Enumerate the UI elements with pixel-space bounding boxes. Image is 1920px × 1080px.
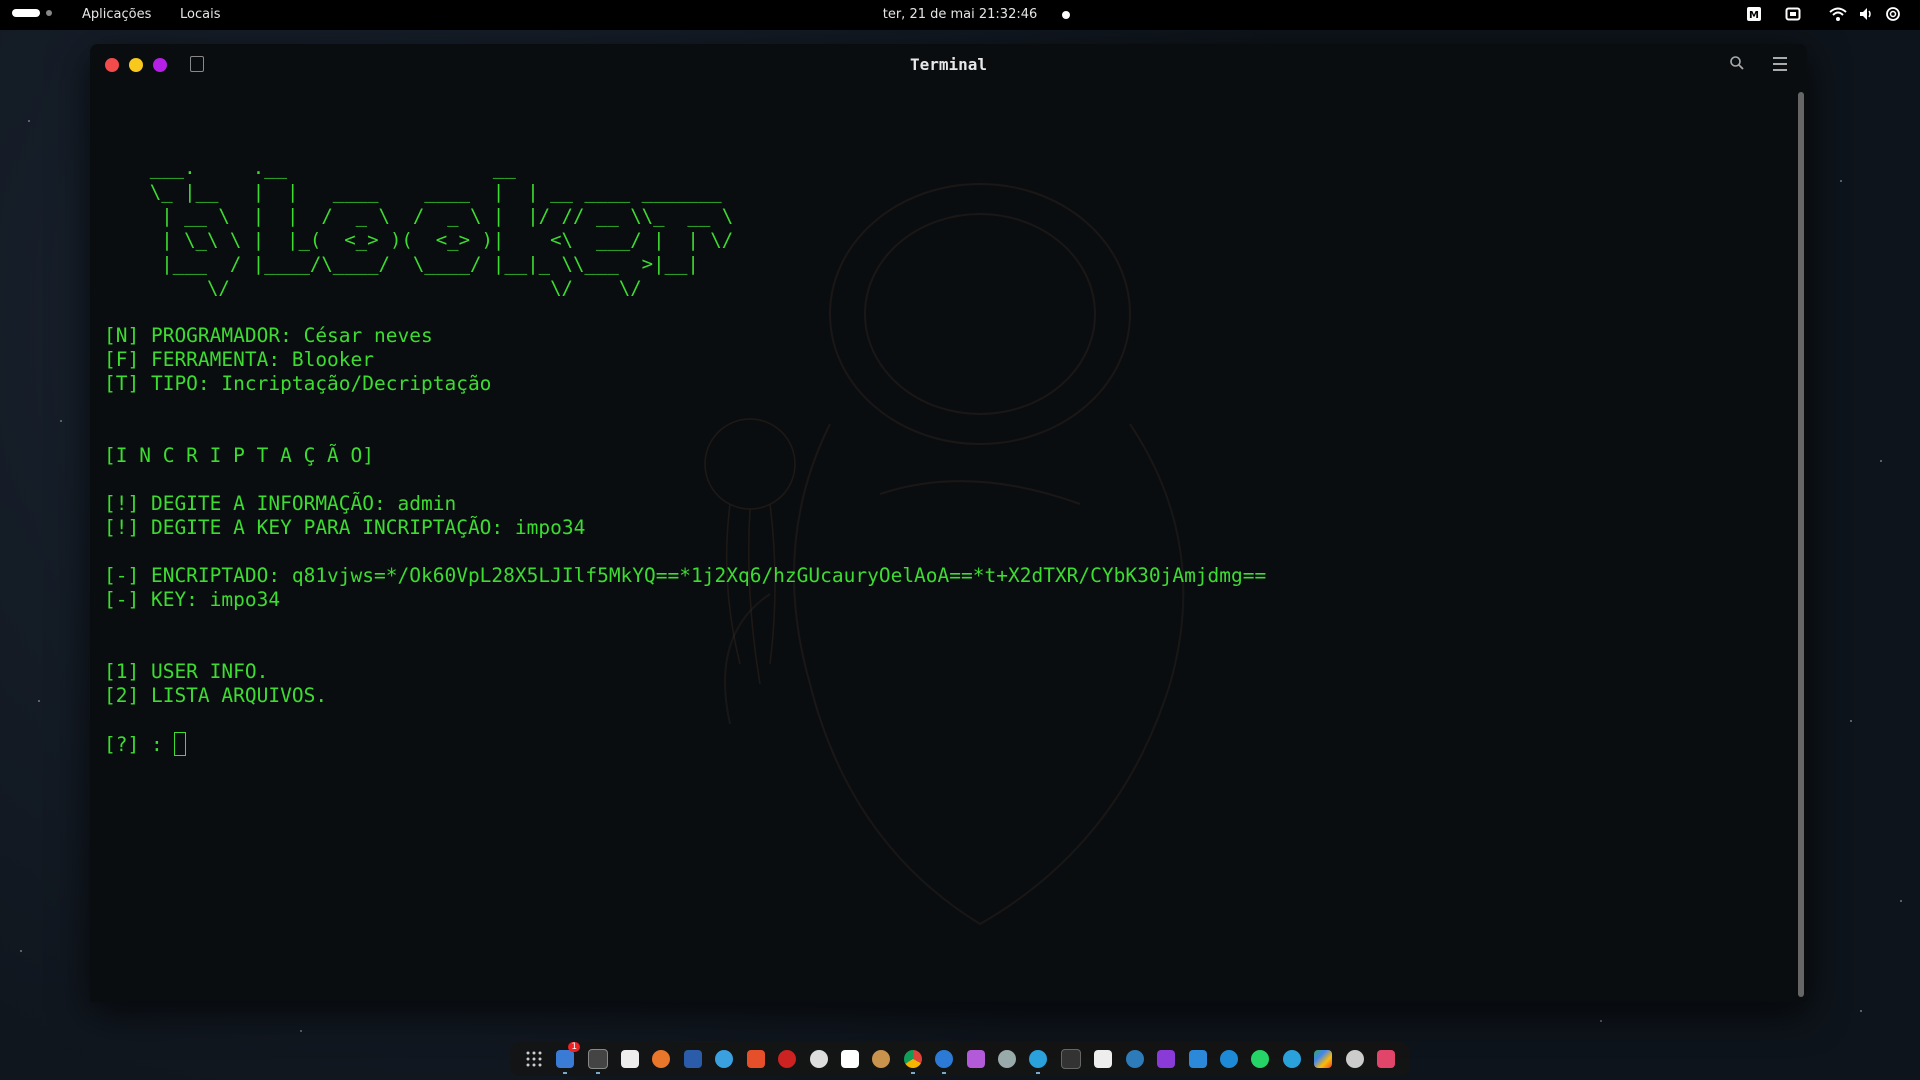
hamburger-menu-icon[interactable] bbox=[1773, 57, 1787, 71]
workspace-indicator bbox=[46, 10, 52, 16]
ascii-art-line: ___. .__ __ bbox=[104, 157, 516, 179]
screenshot-icon[interactable] bbox=[1784, 6, 1802, 24]
ascii-art-line: | \_\ \ | |_( <_> )( <_> )| <\ ___/ | | … bbox=[104, 229, 734, 251]
result-encrypted: [-] ENCRIPTADO: q81vjws=*/Ok60VpL28X5LJI… bbox=[104, 564, 1267, 587]
text-editor-icon[interactable] bbox=[620, 1050, 639, 1068]
ascii-art-line: |___ / |____/\____/ \____/ |__|_ \\___ >… bbox=[104, 253, 699, 275]
search-icon[interactable] bbox=[1729, 55, 1747, 73]
section-header: [I N C R I P T A Ç Ã O] bbox=[104, 444, 375, 467]
prompt-info: [!] DEGITE A INFORMAÇÃO: admin bbox=[104, 492, 457, 515]
telegram-alt-icon[interactable] bbox=[1029, 1050, 1048, 1074]
maximize-button[interactable] bbox=[153, 58, 167, 72]
close-button[interactable] bbox=[105, 58, 119, 72]
ascii-art-line: | __ \ | | / _ \ / _ \ | |/ // __ \\_ __… bbox=[104, 205, 734, 227]
minimize-button[interactable] bbox=[129, 58, 143, 72]
input-line[interactable]: [?] : bbox=[104, 732, 1764, 756]
m-app-icon[interactable]: M bbox=[1745, 6, 1763, 24]
chat-icon[interactable] bbox=[998, 1050, 1017, 1068]
svg-text:M: M bbox=[1749, 10, 1759, 21]
terminal-output[interactable]: ___. .__ __ \_ |__ | | ____ ____ | | __ … bbox=[104, 132, 1764, 972]
messenger-icon[interactable] bbox=[1345, 1050, 1364, 1068]
notification-badge: 1 bbox=[568, 1042, 581, 1052]
terminal-window[interactable]: Terminal ___. .__ __ \_ |__ | | ____ ___… bbox=[90, 44, 1807, 1002]
new-tab-icon[interactable] bbox=[190, 56, 204, 72]
workspace-indicator-active bbox=[12, 9, 40, 17]
notification-dot bbox=[1062, 11, 1070, 19]
ascii-art-line: \_ |__ | | ____ ____ | | __ ____ _______ bbox=[104, 181, 722, 203]
mega-icon[interactable] bbox=[683, 1050, 702, 1068]
cherry-icon[interactable] bbox=[778, 1050, 797, 1068]
places-menu[interactable]: Locais bbox=[180, 7, 220, 22]
safari-icon[interactable] bbox=[715, 1050, 734, 1068]
text-cursor bbox=[174, 732, 187, 756]
power-icon[interactable] bbox=[1884, 6, 1902, 24]
whatsapp-icon[interactable] bbox=[1251, 1050, 1270, 1068]
clock[interactable]: ter, 21 de mai 21:32:46 bbox=[883, 7, 1038, 22]
prompt-key: [!] DEGITE A KEY PARA INCRIPTAÇÃO: impo3… bbox=[104, 516, 586, 539]
photos-icon[interactable] bbox=[1094, 1050, 1113, 1068]
edge-icon[interactable] bbox=[1219, 1050, 1238, 1068]
terminal-icon[interactable] bbox=[587, 1049, 608, 1074]
wifi-icon[interactable] bbox=[1829, 6, 1847, 24]
window-icon[interactable] bbox=[1060, 1049, 1081, 1069]
window-titlebar[interactable]: Terminal bbox=[90, 44, 1807, 86]
video-editor-icon[interactable] bbox=[1157, 1050, 1176, 1068]
settings-icon[interactable] bbox=[809, 1050, 828, 1068]
play-store-icon[interactable] bbox=[1314, 1050, 1333, 1068]
apps-grid-icon[interactable] bbox=[525, 1050, 543, 1068]
trash-icon[interactable] bbox=[1377, 1050, 1396, 1068]
input-prompt: [?] : bbox=[104, 733, 175, 756]
mail-icon[interactable]: 1 bbox=[556, 1042, 581, 1074]
ascii-art-line: \/ \/ \/ bbox=[104, 277, 642, 299]
volume-icon[interactable] bbox=[1857, 6, 1875, 24]
cookie-icon[interactable] bbox=[872, 1050, 891, 1068]
vscode-icon[interactable] bbox=[935, 1050, 954, 1074]
applications-menu[interactable]: Aplicações bbox=[82, 7, 151, 22]
activities-button[interactable] bbox=[12, 9, 52, 17]
chrome-icon[interactable] bbox=[903, 1050, 922, 1074]
result-key: [-] KEY: impo34 bbox=[104, 588, 281, 611]
brave-icon[interactable] bbox=[746, 1050, 765, 1068]
info-tool: [F] FERRAMENTA: Blooker bbox=[104, 348, 375, 371]
store-icon[interactable] bbox=[1188, 1050, 1207, 1068]
telegram-icon[interactable] bbox=[1282, 1050, 1301, 1068]
option-list-files: [2] LISTA ARQUIVOS. bbox=[104, 684, 328, 707]
vpn-icon[interactable] bbox=[1125, 1050, 1144, 1068]
window-title: Terminal bbox=[909, 55, 988, 74]
firefox-icon[interactable] bbox=[652, 1050, 671, 1068]
option-user-info: [1] USER INFO. bbox=[104, 660, 269, 683]
info-programmer: [N] PROGRAMADOR: César neves bbox=[104, 324, 433, 347]
scrollbar[interactable] bbox=[1798, 92, 1804, 997]
info-type: [T] TIPO: Incriptação/Decriptação bbox=[104, 372, 492, 395]
notes-icon[interactable] bbox=[966, 1050, 985, 1068]
dock: 1 bbox=[510, 1042, 1410, 1076]
top-panel: Aplicações Locais ter, 21 de mai 21:32:4… bbox=[0, 0, 1920, 30]
calendar-icon[interactable] bbox=[840, 1050, 859, 1068]
